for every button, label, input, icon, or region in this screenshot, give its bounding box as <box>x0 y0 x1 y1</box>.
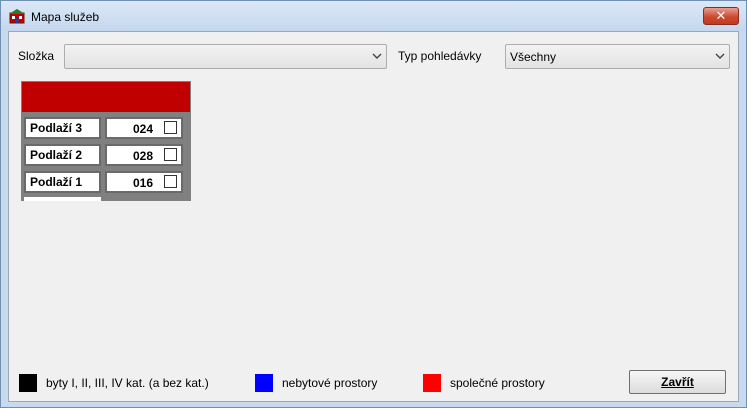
window-title: Mapa služeb <box>31 10 100 24</box>
unit-checkbox[interactable] <box>164 121 177 134</box>
legend-label-apartments: byty I, II, III, IV kat. (a bez kat.) <box>46 376 209 390</box>
folder-label: Složka <box>18 49 55 63</box>
building-map-icon <box>9 9 25 24</box>
map-bottom-strip <box>24 197 101 201</box>
building-header[interactable] <box>22 82 190 112</box>
unit-checkbox[interactable] <box>164 148 177 161</box>
unit-code: 024 <box>133 122 154 136</box>
legend-label-common: společné prostory <box>450 376 545 390</box>
legend-swatch-common <box>423 374 441 392</box>
service-map: Podlaží 3 024 Podlaží 2 028 Podlaží 1 01… <box>21 81 191 201</box>
legend-swatch-nonresidential <box>255 374 273 392</box>
legend-swatch-apartments <box>19 374 37 392</box>
window-close-button[interactable]: ✕ <box>703 7 739 25</box>
legend-label-nonresidential: nebytové prostory <box>282 376 378 390</box>
floor-unit-cell[interactable]: 016 <box>105 171 183 193</box>
chevron-down-icon <box>715 53 725 59</box>
claim-type-label: Typ pohledávky <box>398 49 482 63</box>
floor-label: Podlaží 2 <box>24 144 101 166</box>
floor-label: Podlaží 1 <box>24 171 101 193</box>
chevron-down-icon <box>372 53 382 59</box>
client-area: Složka Typ pohledávky Všechny Podlaží 3 … <box>8 31 739 402</box>
floor-unit-cell[interactable]: 024 <box>105 117 183 139</box>
unit-checkbox[interactable] <box>164 175 177 188</box>
claim-type-select[interactable]: Všechny <box>505 44 730 69</box>
folder-select[interactable] <box>64 44 387 69</box>
floor-unit-cell[interactable]: 028 <box>105 144 183 166</box>
close-button[interactable]: Zavřít <box>629 370 726 394</box>
window: Mapa služeb ✕ Složka Typ pohledávky Všec… <box>0 0 747 408</box>
unit-code: 028 <box>133 149 154 163</box>
claim-type-select-value: Všechny <box>510 50 557 64</box>
title-bar: Mapa služeb ✕ <box>1 1 746 31</box>
unit-code: 016 <box>133 176 154 190</box>
floor-label: Podlaží 3 <box>24 117 101 139</box>
